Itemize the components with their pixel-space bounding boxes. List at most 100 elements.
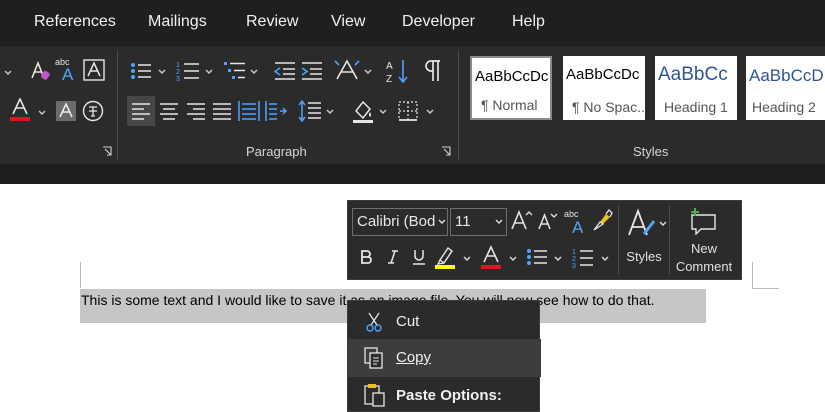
style-sample: AaBbCcDc [475, 68, 549, 85]
shrink-font-icon[interactable] [538, 211, 558, 231]
phonetic-guide-icon[interactable]: abcA [563, 207, 589, 235]
bullets-chevron-icon[interactable] [158, 69, 166, 75]
menu-item-label: Cut [396, 313, 420, 330]
style-name: Heading 1 [664, 99, 728, 115]
svg-text:2: 2 [176, 69, 180, 76]
svg-text:A: A [572, 218, 584, 235]
shading-chevron-icon[interactable] [379, 109, 387, 115]
text-effects-icon[interactable] [30, 60, 50, 82]
styles-chevron-icon[interactable] [659, 221, 667, 227]
ribbon-separator [458, 50, 459, 160]
style-sample: AaBbCcD [749, 66, 824, 85]
italic-icon[interactable] [387, 250, 399, 264]
character-border-icon[interactable] [83, 59, 105, 81]
new-comment-icon[interactable] [689, 207, 719, 235]
font-color-chevron-icon[interactable] [509, 256, 517, 262]
increase-indent-icon[interactable] [301, 61, 323, 81]
styles-icon[interactable] [627, 207, 657, 239]
mini-toolbar: Calibri (Bod 11 abc A Styles New Comment … [347, 200, 742, 280]
paragraph-group-label: Paragraph [246, 144, 307, 159]
numbering-icon[interactable]: 123 [572, 247, 594, 269]
borders-icon[interactable] [398, 101, 418, 121]
font-size-chevron-icon[interactable] [495, 219, 503, 225]
paste-icon [364, 384, 385, 407]
tab-review[interactable]: Review [246, 13, 298, 31]
tab-references[interactable]: References [34, 13, 116, 31]
format-painter-icon[interactable] [591, 209, 613, 231]
menu-item-label: Paste Options: [396, 387, 502, 404]
style-sample: AaBbCc [658, 64, 728, 85]
copy-icon [364, 347, 383, 369]
center-icon[interactable] [160, 102, 178, 120]
line-spacing-icon[interactable] [298, 100, 322, 122]
style-normal[interactable]: AaBbCcDc ¶ Normal [470, 56, 552, 120]
svg-text:A: A [386, 61, 393, 72]
sort-icon[interactable]: AZ [385, 58, 409, 84]
chinese-layout-chevron-icon[interactable] [364, 69, 372, 75]
highlighter-icon[interactable] [434, 245, 456, 269]
style-name: ¶ Normal [481, 97, 538, 113]
bold-icon[interactable] [360, 250, 372, 264]
context-menu: Cut Copy Paste Options: [347, 300, 541, 412]
phonetic-guide-icon[interactable]: abcA [54, 56, 80, 82]
numbering-icon[interactable]: 123 [176, 60, 200, 82]
tab-view[interactable]: View [331, 13, 365, 31]
menu-item-cut[interactable]: Cut [348, 303, 541, 341]
paragraph-dialog-launcher-icon[interactable] [441, 146, 451, 156]
highlighter-chevron-icon[interactable] [463, 256, 471, 262]
align-right-icon[interactable] [187, 102, 205, 120]
tab-developer[interactable]: Developer [402, 13, 475, 31]
menu-item-label: Copy [396, 349, 432, 366]
style-sample: AaBbCcDc [566, 66, 640, 83]
multilevel-list-chevron-icon[interactable] [250, 69, 258, 75]
ribbon: abc A 123 AZ Paragraph AaBbCcDc ¶ Normal … [0, 46, 825, 164]
justify-icon[interactable] [213, 102, 231, 120]
bullets-chevron-icon[interactable] [554, 256, 562, 262]
new-comment-label-line-2: Comment [675, 259, 733, 274]
svg-text:3: 3 [176, 76, 180, 82]
styles-label: Styles [626, 249, 662, 264]
font-color-chevron-icon[interactable] [38, 110, 46, 116]
decrease-indent-icon[interactable] [274, 61, 296, 81]
grow-font-icon[interactable] [511, 209, 533, 231]
svg-text:Z: Z [386, 74, 392, 84]
styles-group-label: Styles [633, 144, 669, 159]
style-no-spacing[interactable]: AaBbCcDc ¶ No Spac... [563, 56, 645, 120]
mini-separator [669, 205, 670, 275]
ribbon-bottom-band [0, 164, 825, 184]
mini-separator [618, 205, 619, 275]
font-color-icon[interactable] [480, 245, 502, 269]
multilevel-list-icon[interactable] [224, 60, 246, 82]
chinese-layout-icon[interactable] [334, 58, 360, 82]
menu-item-copy[interactable]: Copy [348, 339, 541, 377]
font-color-icon[interactable] [9, 98, 31, 122]
align-left-icon[interactable] [132, 102, 150, 120]
margin-corner-right [752, 262, 753, 288]
tab-mailings[interactable]: Mailings [148, 13, 207, 31]
character-shading-icon[interactable] [56, 101, 76, 121]
line-spacing-chevron-icon[interactable] [326, 109, 334, 115]
margin-corner-left [80, 262, 81, 288]
style-heading-1[interactable]: AaBbCc Heading 1 [655, 56, 737, 120]
bullets-icon[interactable] [526, 248, 548, 266]
style-heading-2[interactable]: AaBbCcD Heading 2 [746, 56, 825, 120]
column-direction-icon[interactable] [265, 100, 287, 122]
borders-chevron-icon[interactable] [426, 109, 434, 115]
numbering-chevron-icon[interactable] [601, 256, 609, 262]
show-formatting-marks-icon[interactable] [424, 60, 442, 82]
scissors-icon [366, 312, 382, 332]
font-name-box[interactable]: Calibri (Bod [352, 208, 448, 236]
underline-icon[interactable] [412, 249, 426, 265]
menu-item-paste-options: Paste Options: [348, 377, 541, 412]
numbering-chevron-icon[interactable] [205, 69, 213, 75]
font-dialog-launcher-icon[interactable] [102, 146, 112, 156]
style-name: Heading 2 [752, 99, 816, 115]
tab-help[interactable]: Help [512, 13, 545, 31]
font-name-chevron-icon[interactable] [438, 219, 446, 225]
enclose-characters-icon[interactable] [82, 100, 104, 122]
font-dropdown-chevron-icon[interactable] [4, 70, 12, 76]
bullets-icon[interactable] [130, 62, 152, 80]
shading-icon[interactable] [351, 98, 375, 124]
svg-text:3: 3 [572, 263, 576, 269]
distributed-icon[interactable] [238, 100, 260, 122]
